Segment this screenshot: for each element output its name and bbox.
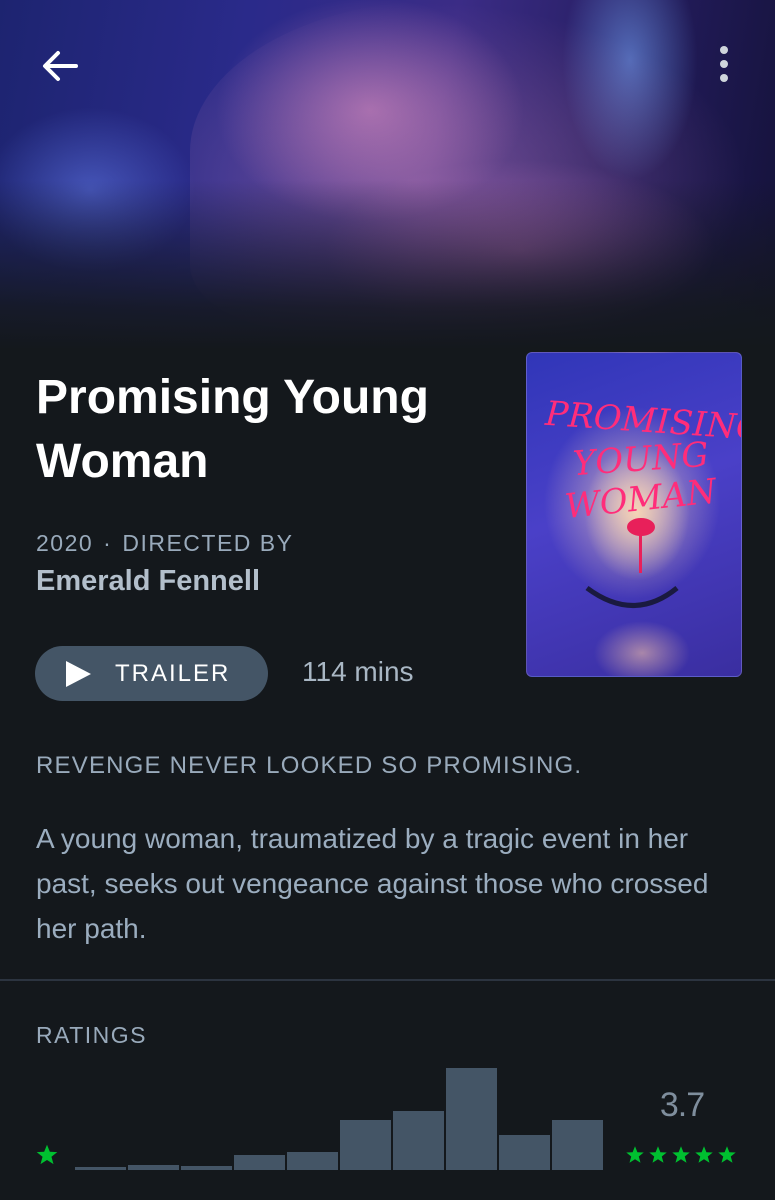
directed-by-label: DIRECTED BY [122, 530, 294, 556]
poster-artwork: PROMISING YOUNG WOMAN [543, 394, 741, 608]
rating-bar[interactable] [181, 1166, 232, 1170]
star-icon [695, 1146, 713, 1163]
release-year[interactable]: 2020 [36, 530, 93, 556]
rating-bar[interactable] [340, 1120, 391, 1170]
film-title: Promising Young Woman [36, 371, 429, 488]
star-icon [626, 1146, 644, 1163]
play-icon [66, 660, 91, 687]
synopsis: A young woman, traumatized by a tragic e… [36, 823, 709, 944]
arrow-left-icon [43, 51, 78, 81]
star-icon [36, 1144, 58, 1165]
rating-bar[interactable] [287, 1152, 338, 1170]
ratings-histogram [75, 1060, 607, 1170]
backdrop-image [0, 0, 775, 350]
star-icon [649, 1146, 667, 1163]
rating-bar[interactable] [75, 1167, 126, 1170]
director-link[interactable]: Emerald Fennell [36, 565, 260, 598]
tagline: REVENGE NEVER LOOKED SO PROMISING. [36, 752, 583, 779]
rating-bar[interactable] [446, 1068, 497, 1170]
film-poster[interactable]: PROMISING YOUNG WOMAN [526, 352, 742, 677]
trailer-label: TRAILER [115, 659, 231, 687]
section-divider [0, 979, 775, 981]
backdrop-fade [0, 180, 775, 350]
rating-bar[interactable] [393, 1111, 444, 1170]
rating-bar[interactable] [234, 1155, 285, 1170]
star-icon [672, 1146, 690, 1163]
average-rating[interactable]: 3.7 [640, 1086, 724, 1125]
film-meta: 2020 · DIRECTED BY [36, 530, 293, 557]
five-star-row [624, 1144, 738, 1166]
rating-bar[interactable] [128, 1165, 179, 1170]
runtime: 114 mins [302, 656, 414, 687]
more-options-button[interactable] [704, 42, 744, 86]
back-button[interactable] [36, 42, 84, 90]
star-icon [718, 1146, 736, 1163]
meta-separator: · [103, 530, 113, 556]
rating-bar[interactable] [552, 1120, 603, 1170]
trailer-button[interactable]: TRAILER [35, 646, 268, 701]
ratings-heading: RATINGS [36, 1022, 148, 1048]
rating-bar[interactable] [499, 1135, 550, 1170]
